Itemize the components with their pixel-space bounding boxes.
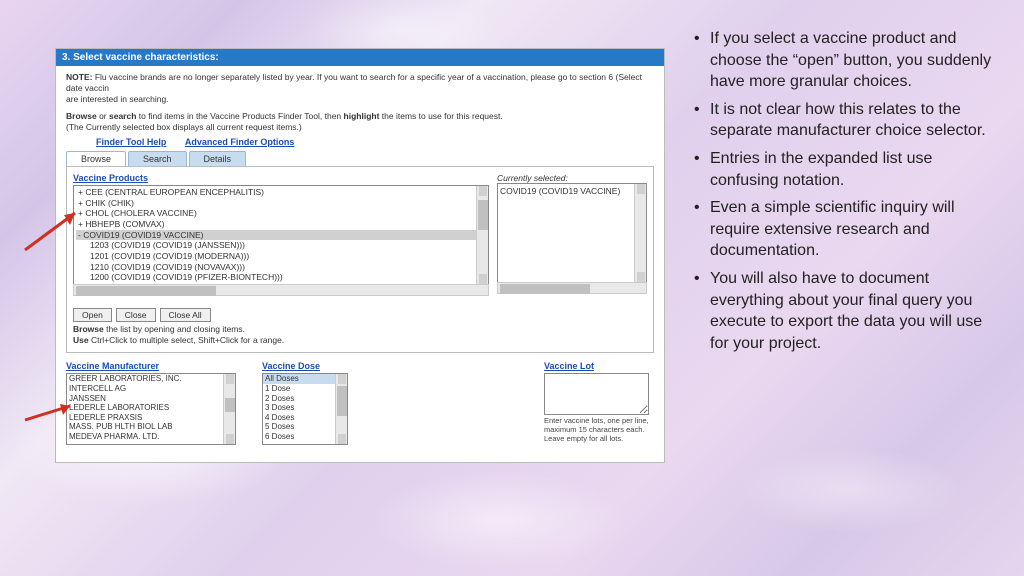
instr-t6: the items to use for this request.	[379, 111, 502, 121]
tree-child[interactable]: 1203 (COVID19 (COVID19 (JANSSEN)))	[76, 240, 486, 251]
hint-t2: Ctrl+Click to multiple select, Shift+Cli…	[89, 335, 285, 345]
open-button[interactable]: Open	[73, 308, 112, 322]
dose-column: Vaccine Dose All Doses 1 Dose 2 Doses 3 …	[262, 361, 348, 445]
advanced-options-link[interactable]: Advanced Finder Options	[185, 137, 295, 147]
list-item[interactable]: JANSSEN	[67, 394, 235, 404]
list-item[interactable]: LEDERLE LABORATORIES	[67, 403, 235, 413]
lot-column: Vaccine Lot Enter vaccine lots, one per …	[544, 361, 654, 445]
commentary-item: Even a simple scientific inquiry will re…	[690, 197, 1000, 262]
commentary-item: It is not clear how this relates to the …	[690, 99, 1000, 142]
finder-help-link[interactable]: Finder Tool Help	[96, 137, 166, 147]
scrollbar-horizontal[interactable]	[73, 284, 489, 296]
lot-hint: Enter vaccine lots, one per line, maximu…	[544, 417, 654, 443]
tree-child[interactable]: 1210 (COVID19 (COVID19 (NOVAVAX)))	[76, 262, 486, 273]
commentary-item: Entries in the expanded list use confusi…	[690, 148, 1000, 191]
commentary-item: If you select a vaccine product and choo…	[690, 28, 1000, 93]
scrollbar-vertical[interactable]	[634, 184, 646, 282]
browse-hint: Browse the list by opening and closing i…	[73, 324, 647, 346]
list-item[interactable]: MASS. PUB HLTH BIOL LAB	[67, 422, 235, 432]
instr-b5: highlight	[344, 111, 380, 121]
note-prefix: NOTE:	[66, 72, 92, 82]
products-box: Vaccine Products + CEE (CENTRAL EUROPEAN…	[73, 173, 489, 296]
tree-item-covid19[interactable]: - COVID19 (COVID19 VACCINE)	[76, 230, 486, 241]
button-row: Open Close Close All	[73, 308, 647, 322]
list-item[interactable]: GREER LABORATORIES, INC.	[67, 374, 235, 384]
tab-browse[interactable]: Browse	[66, 151, 126, 166]
bottom-row: Vaccine Manufacturer GREER LABORATORIES,…	[66, 361, 654, 445]
note-text: Flu vaccine brands are no longer separat…	[66, 72, 642, 93]
instr-t2: or	[97, 111, 109, 121]
selected-label: Currently selected:	[497, 173, 568, 183]
tabs: Browse Search Details	[56, 151, 664, 166]
list-item[interactable]: INTERCELL AG	[67, 384, 235, 394]
tree-item[interactable]: + HBHEPB (COMVAX)	[76, 219, 486, 230]
list-item[interactable]: LEDERLE PRAXSIS	[67, 413, 235, 423]
hint-t1: the list by opening and closing items.	[104, 324, 245, 334]
close-button[interactable]: Close	[116, 308, 156, 322]
note-line2: are interested in searching.	[66, 94, 169, 104]
instr-b3: search	[109, 111, 136, 121]
tab-search[interactable]: Search	[128, 151, 187, 166]
list-item[interactable]: MEDEVA PHARMA. LTD.	[67, 432, 235, 442]
note-block: NOTE: Flu vaccine brands are no longer s…	[56, 66, 664, 109]
products-listbox[interactable]: + CEE (CENTRAL EUROPEAN ENCEPHALITIS) + …	[73, 185, 489, 285]
links-row: Finder Tool Help Advanced Finder Options	[56, 137, 664, 151]
products-label: Vaccine Products	[73, 173, 489, 183]
lot-textarea[interactable]	[544, 373, 649, 415]
scrollbar-vertical[interactable]	[476, 186, 488, 284]
instr-line2: (The Currently selected box displays all…	[66, 122, 302, 132]
manufacturer-column: Vaccine Manufacturer GREER LABORATORIES,…	[66, 361, 236, 445]
hint-b2: Use	[73, 335, 89, 345]
selected-list[interactable]: COVID19 (COVID19 VACCINE)	[497, 183, 647, 283]
instr-t4: to find items in the Vaccine Products Fi…	[136, 111, 343, 121]
browse-panel: Vaccine Products + CEE (CENTRAL EUROPEAN…	[66, 166, 654, 353]
dose-label: Vaccine Dose	[262, 361, 348, 371]
instr-b1: Browse	[66, 111, 97, 121]
vaccine-finder-window: 3. Select vaccine characteristics: NOTE:…	[55, 48, 665, 463]
tree-item[interactable]: + CEE (CENTRAL EUROPEAN ENCEPHALITIS)	[76, 187, 486, 198]
tree-child[interactable]: 1200 (COVID19 (COVID19 (PFIZER-BIONTECH)…	[76, 272, 486, 283]
selected-item[interactable]: COVID19 (COVID19 VACCINE)	[500, 186, 644, 196]
lot-label: Vaccine Lot	[544, 361, 654, 371]
tree-item[interactable]: + CHOL (CHOLERA VACCINE)	[76, 208, 486, 219]
scrollbar-vertical[interactable]	[223, 374, 235, 444]
commentary-panel: If you select a vaccine product and choo…	[690, 28, 1000, 360]
tree-child[interactable]: 1201 (COVID19 (COVID19 (MODERNA)))	[76, 251, 486, 262]
close-all-button[interactable]: Close All	[160, 308, 211, 322]
scrollbar-horizontal[interactable]	[497, 282, 647, 294]
dose-listbox[interactable]: All Doses 1 Dose 2 Doses 3 Doses 4 Doses…	[262, 373, 348, 445]
section-header: 3. Select vaccine characteristics:	[56, 49, 664, 66]
hint-b1: Browse	[73, 324, 104, 334]
tab-details[interactable]: Details	[189, 151, 247, 166]
commentary-item: You will also have to document everythin…	[690, 268, 1000, 354]
manufacturer-listbox[interactable]: GREER LABORATORIES, INC. INTERCELL AG JA…	[66, 373, 236, 445]
manufacturer-label: Vaccine Manufacturer	[66, 361, 236, 371]
instructions: Browse or search to find items in the Va…	[56, 109, 664, 137]
tree-item[interactable]: + CHIK (CHIK)	[76, 198, 486, 209]
selected-box: Currently selected: COVID19 (COVID19 VAC…	[497, 173, 647, 296]
scrollbar-vertical[interactable]	[335, 374, 347, 444]
